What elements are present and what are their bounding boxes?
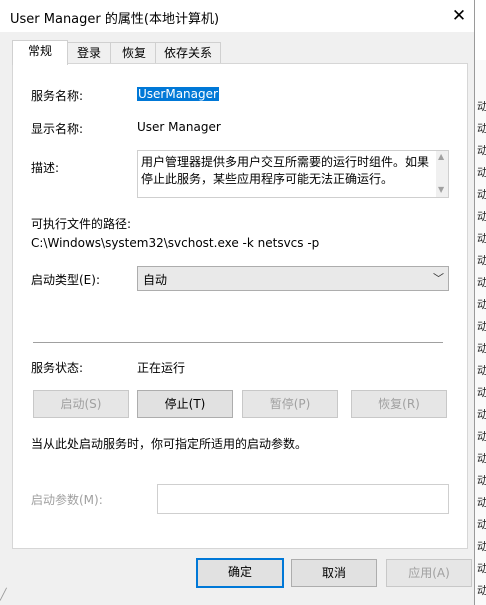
display-name-value: User Manager <box>137 120 221 134</box>
startup-type-label: 启动类型(E): <box>31 273 100 287</box>
startup-type-value: 自动 <box>143 273 168 287</box>
exe-path-value: C:\Windows\system32\svchost.exe -k netsv… <box>31 236 320 250</box>
apply-button[interactable]: 应用(A) <box>386 559 472 587</box>
chevron-down-icon[interactable]: ﹀ <box>433 270 444 286</box>
service-name-value[interactable]: UserManager <box>137 87 219 101</box>
tab-dependencies[interactable]: 依存关系 <box>155 42 221 64</box>
service-status-label: 服务状态: <box>31 361 84 375</box>
startup-type-select[interactable]: 自动 ﹀ <box>137 266 449 291</box>
bg-text: 动 <box>477 254 486 267</box>
bg-text: 动 <box>477 298 486 311</box>
tab-general[interactable]: 常规 <box>12 40 68 65</box>
scroll-up-icon[interactable]: ▲ <box>438 152 444 161</box>
bg-text: 动 <box>477 474 486 487</box>
service-name-label: 服务名称: <box>31 89 84 103</box>
bg-text: 动 <box>477 188 486 201</box>
title-bar[interactable]: User Manager 的属性(本地计算机) ✕ <box>0 0 474 32</box>
display-name-label: 显示名称: <box>31 122 84 136</box>
bg-text: 动 <box>477 210 486 223</box>
bg-text: 动 <box>477 276 486 289</box>
bg-text: 动 <box>477 100 486 113</box>
start-params-input[interactable] <box>157 484 449 514</box>
bg-text: 动 <box>477 320 486 333</box>
bg-text: 动 <box>477 144 486 157</box>
ok-button[interactable]: 确定 <box>196 558 284 588</box>
bg-text: 动 <box>477 342 486 355</box>
description-label: 描述: <box>31 161 60 175</box>
close-icon[interactable]: ✕ <box>446 4 472 28</box>
description-box[interactable]: 用户管理器提供多用户交互所需要的运行时组件。如果停止此服务，某些应用程序可能无法… <box>137 150 449 198</box>
bg-text: 动 <box>477 166 486 179</box>
stop-button[interactable]: 停止(T) <box>137 390 233 418</box>
bg-text: 动 <box>477 430 486 443</box>
tab-recovery[interactable]: 恢复 <box>110 42 158 64</box>
bg-text: 动 <box>477 562 486 575</box>
bg-text: 动 <box>477 122 486 135</box>
resize-grip-icon: ╱ <box>0 588 7 601</box>
resume-button[interactable]: 恢复(R) <box>351 390 447 418</box>
divider <box>33 342 443 343</box>
bg-text: 动 <box>477 232 486 245</box>
bg-text: 动 <box>477 518 486 531</box>
service-status-value: 正在运行 <box>137 361 186 375</box>
general-tab-panel: 服务名称: UserManager 显示名称: User Manager 描述:… <box>12 63 468 549</box>
service-properties-dialog: User Manager 的属性(本地计算机) ✕ 常规 登录 恢复 依存关系 … <box>0 0 475 605</box>
background-window-right: 动 动 动 动 动 动 动 动 动 动 动 动 动 动 动 动 动 动 动 动 … <box>474 60 486 605</box>
bg-text: 动 <box>477 364 486 377</box>
bg-text: 动 <box>477 584 486 597</box>
description-text: 用户管理器提供多用户交互所需要的运行时组件。如果停止此服务，某些应用程序可能无法… <box>141 155 430 186</box>
window-title: User Manager 的属性(本地计算机) <box>10 12 220 27</box>
pause-button[interactable]: 暂停(P) <box>242 390 338 418</box>
bg-text: 动 <box>477 452 486 465</box>
bg-text: 动 <box>477 408 486 421</box>
description-scrollbar[interactable]: ▲ ▼ <box>436 151 448 197</box>
start-params-label: 启动参数(M): <box>31 493 103 507</box>
tab-logon[interactable]: 登录 <box>65 42 113 64</box>
cancel-button[interactable]: 取消 <box>291 559 377 587</box>
exe-path-label: 可执行文件的路径: <box>31 217 132 231</box>
bg-text: 动 <box>477 540 486 553</box>
service-name-selected-text[interactable]: UserManager <box>137 87 219 101</box>
start-params-hint: 当从此处启动服务时，你可指定所适用的启动参数。 <box>31 437 308 451</box>
scroll-down-icon[interactable]: ▼ <box>438 185 444 194</box>
bg-text: 动 <box>477 496 486 509</box>
bg-text: 动 <box>477 386 486 399</box>
start-button[interactable]: 启动(S) <box>33 390 129 418</box>
